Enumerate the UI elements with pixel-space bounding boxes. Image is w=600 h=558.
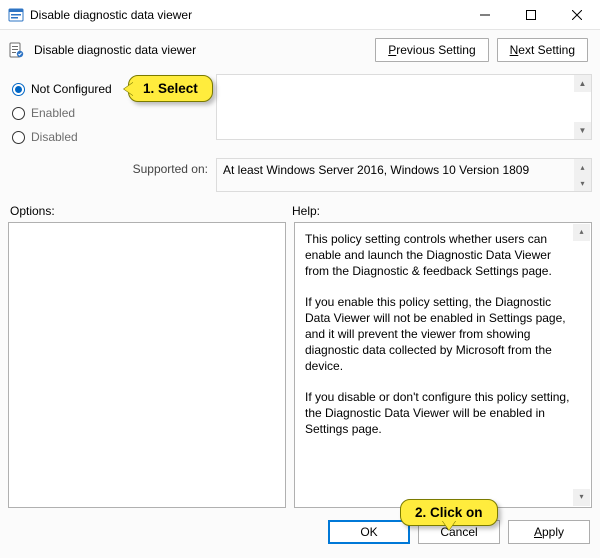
next-setting-rest: ext Setting [518,43,575,57]
scroll-up-button[interactable]: ▴ [573,224,590,241]
annotation-select: 1. Select [128,75,213,102]
help-pane: This policy setting controls whether use… [294,222,592,508]
radio-disabled[interactable]: Disabled [12,126,204,148]
window-controls [462,0,600,29]
close-button[interactable] [554,0,600,29]
app-icon [8,7,24,23]
scroll-down-button[interactable]: ▾ [574,175,591,191]
radio-enabled[interactable]: Enabled [12,102,204,124]
scroll-up-button[interactable]: ▲ [574,75,591,92]
window-titlebar: Disable diagnostic data viewer [0,0,600,30]
help-text-p1: This policy setting controls whether use… [305,231,573,280]
radio-label: Not Configured [31,82,112,96]
minimize-button[interactable] [462,0,508,29]
scroll-down-button[interactable]: ▾ [573,489,590,506]
radio-icon [12,83,25,96]
supported-on-value: At least Windows Server 2016, Windows 10… [216,158,592,192]
apply-rest: pply [542,525,564,539]
radio-icon [12,107,25,120]
apply-button[interactable]: Apply [508,520,590,544]
policy-title: Disable diagnostic data viewer [34,43,367,57]
scroll-arrows: ▴ ▾ [573,224,590,506]
scroll-up-button[interactable]: ▴ [574,159,591,175]
supported-on-text: At least Windows Server 2016, Windows 10… [223,163,529,177]
ok-label: OK [360,525,377,539]
options-pane [8,222,286,508]
help-text-p2: If you enable this policy setting, the D… [305,294,573,375]
comment-textbox[interactable]: ▲ ▼ [216,74,592,140]
radio-icon [12,131,25,144]
policy-icon [8,42,24,58]
previous-setting-button[interactable]: Previous Setting [375,38,488,62]
radio-label: Disabled [31,130,78,144]
prev-setting-rest: revious Setting [396,43,475,57]
scroll-down-button[interactable]: ▼ [574,122,591,139]
options-label: Options: [10,204,292,218]
next-setting-button[interactable]: Next Setting [497,38,588,62]
scroll-arrows: ▴ ▾ [574,159,591,191]
radio-label: Enabled [31,106,75,120]
scroll-arrows: ▲ ▼ [574,75,591,139]
maximize-button[interactable] [508,0,554,29]
policy-header: Disable diagnostic data viewer Previous … [0,30,600,70]
ok-button[interactable]: OK [328,520,410,544]
window-title: Disable diagnostic data viewer [30,8,462,22]
dialog-footer: OK Cancel Apply [0,510,600,544]
help-label: Help: [292,204,320,218]
help-text-p3: If you disable or don't configure this p… [305,389,573,438]
supported-on-label: Supported on: [8,158,208,176]
annotation-click: 2. Click on [400,499,498,526]
